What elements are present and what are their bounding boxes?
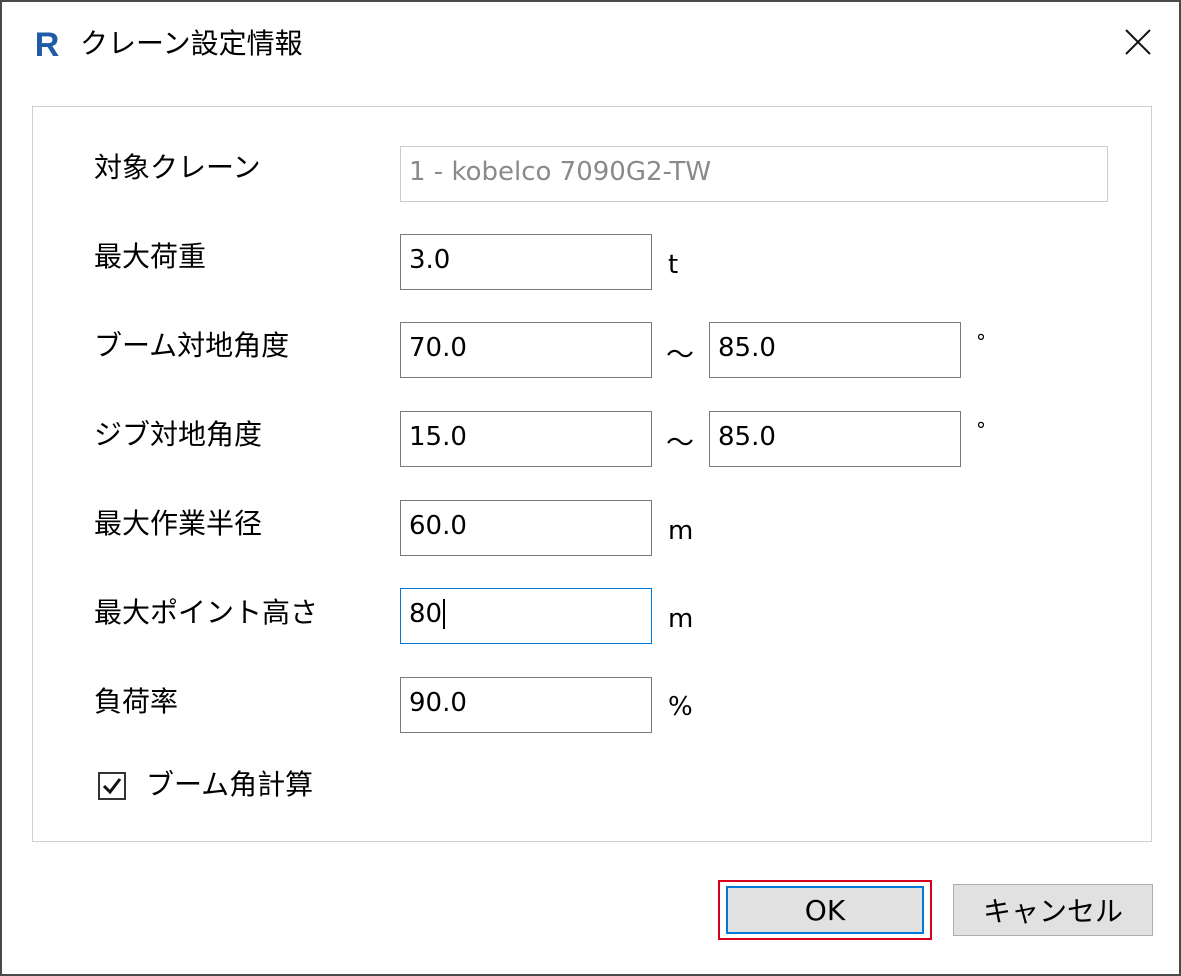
max-point-height-label: 最大ポイント高さ [94,596,319,629]
crane-settings-dialog: R クレーン設定情報 対象クレーン 1 - kobelco 7090G2-TW … [0,0,1181,976]
jib-angle-label: ジブ対地角度 [94,418,263,451]
close-button[interactable] [1114,20,1162,64]
max-point-height-value: 80 [409,599,443,629]
max-load-label: 最大荷重 [94,240,207,273]
max-point-height-input[interactable]: 80 [400,588,652,644]
dialog-title: クレーン設定情報 [80,27,303,60]
max-load-input[interactable]: 3.0 [400,234,652,290]
cancel-button[interactable]: キャンセル [953,884,1153,936]
boom-angle-max-input[interactable]: 85.0 [709,322,961,378]
max-working-radius-unit: m [668,516,694,546]
boom-angle-min-input[interactable]: 70.0 [400,322,652,378]
ok-button[interactable]: OK [726,886,924,934]
target-crane-label: 対象クレーン [94,151,261,184]
max-point-height-unit: m [668,604,694,634]
load-rate-unit: % [668,692,693,722]
svg-text:R: R [35,26,60,63]
load-rate-input[interactable]: 90.0 [400,677,652,733]
max-load-unit: t [668,250,679,280]
boom-angle-label: ブーム対地角度 [94,329,290,362]
close-icon [1125,29,1151,55]
boom-angle-calc-checkbox[interactable] [98,772,126,800]
jib-angle-separator: ～ [666,426,695,459]
load-rate-label: 負荷率 [94,685,179,718]
max-working-radius-label: 最大作業半径 [94,507,263,540]
jib-angle-max-input[interactable]: 85.0 [709,411,961,467]
text-caret [443,599,446,629]
boom-angle-unit: ° [976,330,986,354]
jib-angle-unit: ° [976,418,986,442]
boom-angle-separator: ～ [666,338,695,371]
boom-angle-calc-label[interactable]: ブーム角計算 [146,767,313,803]
jib-angle-min-input[interactable]: 15.0 [400,411,652,467]
title-bar: R クレーン設定情報 [2,2,1179,82]
target-crane-field: 1 - kobelco 7090G2-TW [400,146,1108,202]
checkmark-icon [102,778,122,795]
max-working-radius-input[interactable]: 60.0 [400,500,652,556]
revit-app-icon: R [30,24,64,64]
